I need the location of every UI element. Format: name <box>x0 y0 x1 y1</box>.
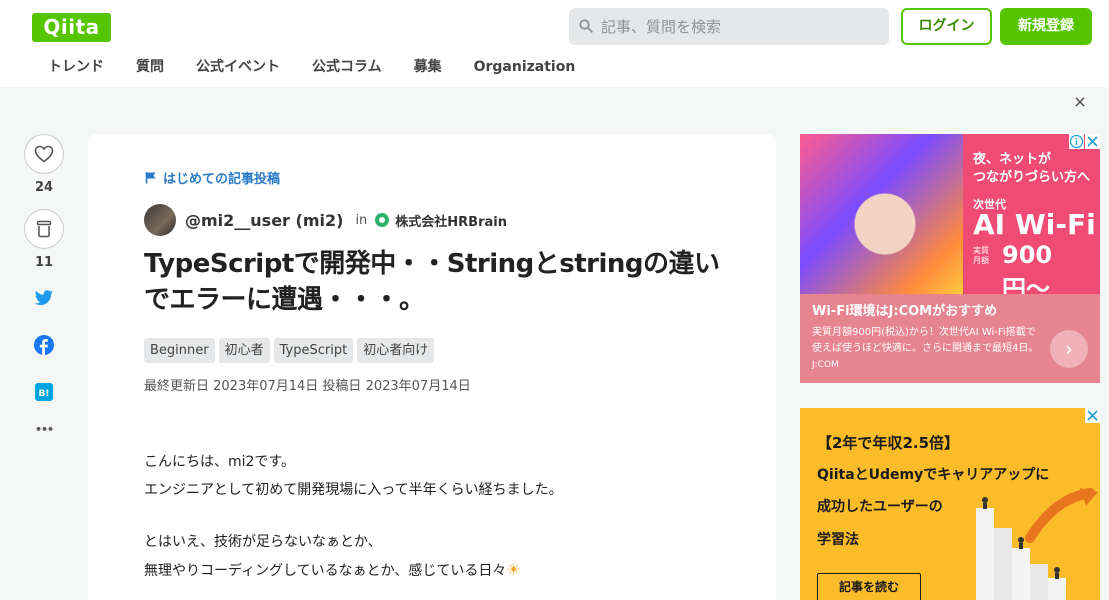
body-line: エンジニアとして初めて開発現場に入って半年くらい経ちました。 <box>144 482 563 498</box>
ad-source: J:COM <box>812 360 839 370</box>
flag-icon <box>145 172 156 184</box>
heart-icon <box>34 145 54 163</box>
site-header: Qiita ログイン 新規登録 トレンド 質問 公式イベント 公式コラム 募集 … <box>0 0 1109 87</box>
ad-headline: 夜、ネットが つながりづらい方へ <box>973 152 1091 185</box>
article-actions: 24 11 B! ••• <box>22 134 66 436</box>
title-line-2: でエラーに遭遇・・・。 <box>144 285 425 315</box>
stock-count: 11 <box>34 255 54 270</box>
share-twitter-button[interactable] <box>22 290 66 307</box>
tag-beginner[interactable]: Beginner <box>144 338 215 363</box>
article-title: TypeScriptで開発中・・Stringとstringの違い でエラーに遭遇… <box>144 246 734 318</box>
ad-banner-udemy[interactable]: 【2年で年収2.5倍】 QiitaとUdemyでキャリアアップに 成功したユーザ… <box>800 408 1100 600</box>
stock-icon <box>36 220 52 238</box>
tag-list: Beginner 初心者 TypeScript 初心者向け <box>144 338 435 363</box>
nav-item-trend[interactable]: トレンド <box>32 54 120 80</box>
article-dates: 最終更新日 2023年07月14日 投稿日 2023年07月14日 <box>144 379 471 394</box>
nav-item-organization[interactable]: Organization <box>458 54 592 80</box>
adchoices-icon[interactable] <box>1069 134 1084 149</box>
body-line: 無理やりコーディングしているなぁとか、感じている日々 <box>144 563 507 579</box>
tag-for-beginners[interactable]: 初心者向け <box>357 338 435 363</box>
topic-link[interactable]: はじめての記事投稿 <box>145 168 280 187</box>
tag-typescript[interactable]: TypeScript <box>273 338 354 363</box>
like-count: 24 <box>34 180 54 195</box>
article-card: はじめての記事投稿 @mi2__user (mi2) in 株式会社HRBrai… <box>88 134 776 600</box>
share-facebook-button[interactable] <box>22 335 66 355</box>
title-line-1: TypeScriptで開発中・・Stringとstringの違い <box>144 249 720 279</box>
search-input[interactable] <box>601 8 881 45</box>
more-options-icon[interactable]: ••• <box>22 423 66 436</box>
ad-price-label: 実質 月額 <box>973 246 989 265</box>
nav-item-official-columns[interactable]: 公式コラム <box>296 54 398 80</box>
ad-product: AI Wi-Fi <box>973 208 1096 241</box>
facebook-icon <box>34 335 54 355</box>
author-name[interactable]: @mi2__user (mi2) <box>185 211 343 230</box>
ad2-line-4: 学習法 <box>817 532 859 548</box>
ad-banner-jcom[interactable]: 夜、ネットが つながりづらい方へ 次世代 AI Wi-Fi 実質 月額 900円… <box>800 134 1100 383</box>
ad-image <box>800 134 970 294</box>
ad-bottom-text: 実質月額900円(税込)から！次世代AI Wi-Fi搭載で使えば使うほど快適に。… <box>812 327 1039 354</box>
qiita-logo[interactable]: Qiita <box>32 13 111 42</box>
nav-item-official-events[interactable]: 公式イベント <box>180 54 296 80</box>
sun-emoji-icon: ☀ <box>506 560 521 579</box>
hatena-bookmark-icon: B! <box>35 383 53 401</box>
ad-close-icon[interactable] <box>1085 408 1100 423</box>
body-line: とはいえ、技術が足らないなぁとか、 <box>144 534 382 550</box>
read-article-button[interactable]: 記事を読む <box>817 573 921 600</box>
ad-arrow-button[interactable]: › <box>1050 330 1088 368</box>
nav-item-recruitment[interactable]: 募集 <box>398 54 458 80</box>
organization-name[interactable]: 株式会社HRBrain <box>395 211 507 230</box>
tag-shoshinsha[interactable]: 初心者 <box>218 338 270 363</box>
share-hatena-button[interactable]: B! <box>22 383 66 401</box>
article-body: こんにちは、mi2です。 エンジニアとして初めて開発現場に入って半年くらい経ちま… <box>144 448 563 600</box>
topic-label: はじめての記事投稿 <box>163 172 281 187</box>
svg-text:B!: B! <box>39 389 50 399</box>
nav-item-questions[interactable]: 質問 <box>120 54 180 80</box>
twitter-icon <box>34 290 54 305</box>
close-icon[interactable]: × <box>1072 94 1088 110</box>
main-nav: トレンド 質問 公式イベント 公式コラム 募集 Organization <box>32 54 591 80</box>
stock-button[interactable] <box>24 209 64 249</box>
search-bar[interactable] <box>569 8 889 45</box>
author-info: @mi2__user (mi2) in 株式会社HRBrain <box>144 204 507 236</box>
in-label: in <box>355 212 368 228</box>
search-icon <box>579 19 593 33</box>
ad-bottom-title: Wi-Fi環境はJ:COMがおすすめ <box>812 304 998 319</box>
signup-button[interactable]: 新規登録 <box>1000 8 1092 45</box>
organization-icon <box>375 213 390 227</box>
like-button[interactable] <box>24 134 64 174</box>
ad2-line-2: QiitaとUdemyでキャリアアップに <box>817 467 1050 483</box>
ad2-headline: 【2年で年収2.5倍】 <box>817 434 960 452</box>
login-button[interactable]: ログイン <box>901 8 992 45</box>
stairs-illustration <box>976 488 1098 600</box>
ad-close-icon[interactable] <box>1085 134 1100 149</box>
body-line: こんにちは、mi2です。 <box>144 454 296 470</box>
avatar[interactable] <box>144 204 176 236</box>
ad2-line-3: 成功したユーザーの <box>817 499 943 515</box>
